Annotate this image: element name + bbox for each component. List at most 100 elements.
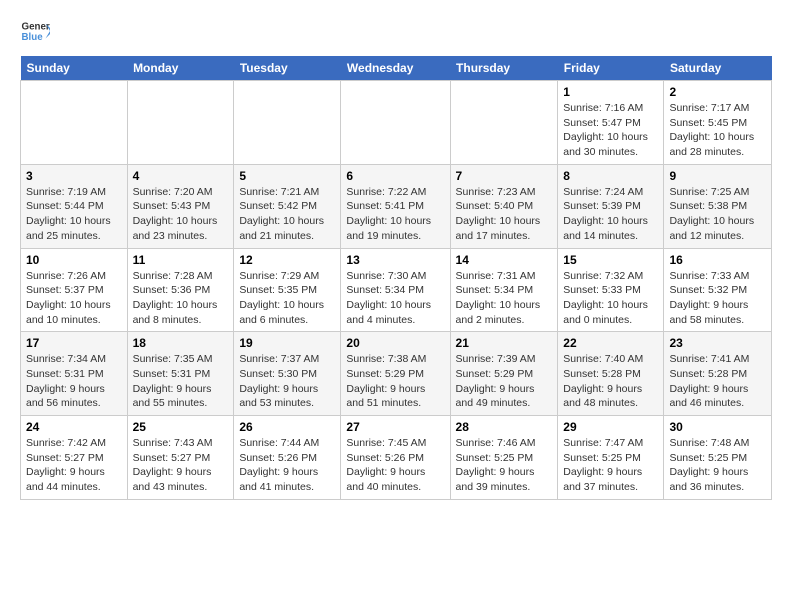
day-info: Sunrise: 7:45 AM Sunset: 5:26 PM Dayligh…	[346, 436, 444, 495]
calendar-table: SundayMondayTuesdayWednesdayThursdayFrid…	[20, 56, 772, 500]
calendar-cell: 22 Sunrise: 7:40 AM Sunset: 5:28 PM Dayli…	[558, 332, 664, 416]
logo: General Blue	[20, 16, 54, 46]
day-number: 25	[133, 420, 229, 434]
day-info: Sunrise: 7:28 AM Sunset: 5:36 PM Dayligh…	[133, 269, 229, 328]
day-number: 22	[563, 336, 658, 350]
calendar-cell: 7 Sunrise: 7:23 AM Sunset: 5:40 PM Daylig…	[450, 164, 558, 248]
day-info: Sunrise: 7:44 AM Sunset: 5:26 PM Dayligh…	[239, 436, 335, 495]
svg-text:Blue: Blue	[22, 32, 44, 43]
calendar-cell: 8Sunrise: 7:24 AM Sunset: 5:39 PM Daylig…	[558, 164, 664, 248]
calendar-cell: 10Sunrise: 7:26 AM Sunset: 5:37 PM Dayli…	[21, 248, 128, 332]
header-wednesday: Wednesday	[341, 56, 450, 81]
header-tuesday: Tuesday	[234, 56, 341, 81]
header-friday: Friday	[558, 56, 664, 81]
day-number: 15	[563, 253, 658, 267]
calendar-cell: 16 Sunrise: 7:33 AM Sunset: 5:32 PM Dayli…	[664, 248, 772, 332]
day-number: 23	[669, 336, 766, 350]
day-number: 10	[26, 253, 122, 267]
day-info: Sunrise: 7:25 AM Sunset: 5:38 PM Dayligh…	[669, 185, 766, 244]
day-info: Sunrise: 7:34 AM Sunset: 5:31 PM Dayligh…	[26, 352, 122, 411]
day-info: Sunrise: 7:37 AM Sunset: 5:30 PM Dayligh…	[239, 352, 335, 411]
day-number: 27	[346, 420, 444, 434]
day-info: Sunrise: 7:31 AM Sunset: 5:34 PM Dayligh…	[456, 269, 553, 328]
calendar-cell: 11Sunrise: 7:28 AM Sunset: 5:36 PM Dayli…	[127, 248, 234, 332]
calendar-cell: 18Sunrise: 7:35 AM Sunset: 5:31 PM Dayli…	[127, 332, 234, 416]
header-saturday: Saturday	[664, 56, 772, 81]
day-info: Sunrise: 7:39 AM Sunset: 5:29 PM Dayligh…	[456, 352, 553, 411]
calendar-cell: 19 Sunrise: 7:37 AM Sunset: 5:30 PM Dayli…	[234, 332, 341, 416]
day-info: Sunrise: 7:47 AM Sunset: 5:25 PM Dayligh…	[563, 436, 658, 495]
day-number: 14	[456, 253, 553, 267]
day-number: 30	[669, 420, 766, 434]
calendar-cell	[21, 81, 128, 165]
calendar-cell: 4Sunrise: 7:20 AM Sunset: 5:43 PM Daylig…	[127, 164, 234, 248]
day-number: 13	[346, 253, 444, 267]
day-number: 16	[669, 253, 766, 267]
day-number: 26	[239, 420, 335, 434]
calendar-row-0: 1 Sunrise: 7:16 AM Sunset: 5:47 PM Daylig…	[21, 81, 772, 165]
day-number: 7	[456, 169, 553, 183]
header-sunday: Sunday	[21, 56, 128, 81]
day-info: Sunrise: 7:17 AM Sunset: 5:45 PM Dayligh…	[669, 101, 766, 160]
calendar-cell: 14 Sunrise: 7:31 AM Sunset: 5:34 PM Dayli…	[450, 248, 558, 332]
day-info: Sunrise: 7:40 AM Sunset: 5:28 PM Dayligh…	[563, 352, 658, 411]
day-number: 5	[239, 169, 335, 183]
calendar-cell: 3 Sunrise: 7:19 AM Sunset: 5:44 PM Daylig…	[21, 164, 128, 248]
day-number: 29	[563, 420, 658, 434]
calendar-cell: 6 Sunrise: 7:22 AM Sunset: 5:41 PM Daylig…	[341, 164, 450, 248]
day-number: 6	[346, 169, 444, 183]
calendar-row-1: 3 Sunrise: 7:19 AM Sunset: 5:44 PM Daylig…	[21, 164, 772, 248]
calendar-cell	[450, 81, 558, 165]
svg-text:General: General	[22, 22, 51, 33]
calendar-cell: 2Sunrise: 7:17 AM Sunset: 5:45 PM Daylig…	[664, 81, 772, 165]
logo-icon: General Blue	[20, 16, 50, 46]
calendar-cell: 9 Sunrise: 7:25 AM Sunset: 5:38 PM Daylig…	[664, 164, 772, 248]
header: General Blue	[20, 16, 772, 46]
day-info: Sunrise: 7:19 AM Sunset: 5:44 PM Dayligh…	[26, 185, 122, 244]
day-number: 18	[133, 336, 229, 350]
calendar-cell	[234, 81, 341, 165]
day-number: 3	[26, 169, 122, 183]
day-info: Sunrise: 7:16 AM Sunset: 5:47 PM Dayligh…	[563, 101, 658, 160]
day-number: 19	[239, 336, 335, 350]
calendar-cell: 29 Sunrise: 7:47 AM Sunset: 5:25 PM Dayli…	[558, 416, 664, 500]
day-number: 1	[563, 85, 658, 99]
day-info: Sunrise: 7:42 AM Sunset: 5:27 PM Dayligh…	[26, 436, 122, 495]
calendar-cell: 26 Sunrise: 7:44 AM Sunset: 5:26 PM Dayli…	[234, 416, 341, 500]
calendar-cell: 30 Sunrise: 7:48 AM Sunset: 5:25 PM Dayli…	[664, 416, 772, 500]
day-info: Sunrise: 7:22 AM Sunset: 5:41 PM Dayligh…	[346, 185, 444, 244]
calendar-cell: 5Sunrise: 7:21 AM Sunset: 5:42 PM Daylig…	[234, 164, 341, 248]
calendar-cell: 28 Sunrise: 7:46 AM Sunset: 5:25 PM Dayli…	[450, 416, 558, 500]
day-number: 21	[456, 336, 553, 350]
day-number: 17	[26, 336, 122, 350]
calendar-cell: 13 Sunrise: 7:30 AM Sunset: 5:34 PM Dayli…	[341, 248, 450, 332]
day-info: Sunrise: 7:46 AM Sunset: 5:25 PM Dayligh…	[456, 436, 553, 495]
header-thursday: Thursday	[450, 56, 558, 81]
day-number: 12	[239, 253, 335, 267]
day-info: Sunrise: 7:38 AM Sunset: 5:29 PM Dayligh…	[346, 352, 444, 411]
calendar-row-4: 24 Sunrise: 7:42 AM Sunset: 5:27 PM Dayli…	[21, 416, 772, 500]
day-number: 28	[456, 420, 553, 434]
calendar-cell: 12 Sunrise: 7:29 AM Sunset: 5:35 PM Dayli…	[234, 248, 341, 332]
day-number: 9	[669, 169, 766, 183]
day-info: Sunrise: 7:48 AM Sunset: 5:25 PM Dayligh…	[669, 436, 766, 495]
day-info: Sunrise: 7:43 AM Sunset: 5:27 PM Dayligh…	[133, 436, 229, 495]
day-info: Sunrise: 7:29 AM Sunset: 5:35 PM Dayligh…	[239, 269, 335, 328]
calendar-row-3: 17 Sunrise: 7:34 AM Sunset: 5:31 PM Dayli…	[21, 332, 772, 416]
day-number: 8	[563, 169, 658, 183]
day-info: Sunrise: 7:33 AM Sunset: 5:32 PM Dayligh…	[669, 269, 766, 328]
calendar-cell	[127, 81, 234, 165]
calendar-cell: 21 Sunrise: 7:39 AM Sunset: 5:29 PM Dayli…	[450, 332, 558, 416]
day-info: Sunrise: 7:30 AM Sunset: 5:34 PM Dayligh…	[346, 269, 444, 328]
page-container: General Blue SundayMondayTuesdayWednesda…	[0, 0, 792, 510]
day-number: 24	[26, 420, 122, 434]
calendar-cell: 20 Sunrise: 7:38 AM Sunset: 5:29 PM Dayli…	[341, 332, 450, 416]
day-number: 4	[133, 169, 229, 183]
calendar-cell: 15Sunrise: 7:32 AM Sunset: 5:33 PM Dayli…	[558, 248, 664, 332]
day-info: Sunrise: 7:23 AM Sunset: 5:40 PM Dayligh…	[456, 185, 553, 244]
header-monday: Monday	[127, 56, 234, 81]
calendar-cell: 17 Sunrise: 7:34 AM Sunset: 5:31 PM Dayli…	[21, 332, 128, 416]
calendar-cell	[341, 81, 450, 165]
day-number: 20	[346, 336, 444, 350]
calendar-cell: 1 Sunrise: 7:16 AM Sunset: 5:47 PM Daylig…	[558, 81, 664, 165]
